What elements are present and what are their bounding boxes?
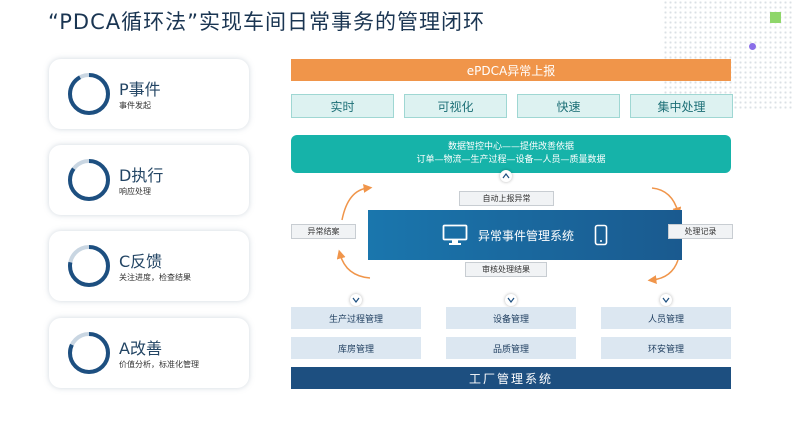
phone-icon — [594, 224, 608, 246]
report-bar: ePDCA异常上报 — [291, 59, 731, 81]
card-subtitle: 关注进度，检查结果 — [119, 273, 191, 282]
module-item: 品质管理 — [446, 337, 576, 359]
review-result-tag: 审核处理结果 — [465, 262, 547, 277]
data-center-subtitle: 订单—物流—生产过程—设备—人员—质量数据 — [416, 155, 606, 165]
data-center-box: 数据智控中心——提供改善依据 订单—物流—生产过程—设备—人员—质量数据 — [291, 135, 731, 173]
card-subtitle: 响应处理 — [119, 187, 151, 196]
chevron-down-icon — [505, 294, 517, 306]
card-act: A改善 价值分析，标准化管理 — [49, 318, 249, 388]
progress-ring-icon — [68, 73, 110, 115]
card-subtitle: 事件发起 — [119, 101, 151, 110]
chevron-down-icon — [350, 294, 362, 306]
process-record-tag: 处理记录 — [668, 224, 733, 239]
arrow-bottom-right — [647, 259, 679, 285]
progress-ring-icon — [68, 332, 110, 374]
card-title: C反馈 — [119, 252, 163, 271]
auto-report-tag: 自动上报异常 — [459, 191, 554, 206]
card-title: D执行 — [119, 166, 164, 185]
feature-tag: 集中处理 — [630, 94, 733, 118]
card-title: P事件 — [119, 80, 161, 99]
factory-system-bar: 工厂管理系统 — [291, 367, 731, 389]
page-title: “PDCA循环法”实现车间日常事务的管理闭环 — [48, 10, 485, 34]
chevron-down-icon — [660, 294, 672, 306]
card-title: A改善 — [119, 339, 162, 358]
purple-dot-decoration — [749, 43, 756, 50]
chevron-up-icon — [500, 170, 512, 182]
arrow-bottom-left — [336, 249, 371, 279]
system-name: 异常事件管理系统 — [477, 228, 574, 243]
arrow-top-right — [651, 187, 682, 217]
feature-tag: 可视化 — [404, 94, 507, 118]
card-subtitle: 价值分析，标准化管理 — [119, 360, 199, 369]
module-item: 环安管理 — [601, 337, 731, 359]
card-plan: P事件 事件发起 — [49, 59, 249, 129]
data-center-title: 数据智控中心——提供改善依据 — [447, 142, 574, 152]
feature-tag: 快速 — [517, 94, 620, 118]
card-check: C反馈 关注进度，检查结果 — [49, 231, 249, 301]
monitor-icon — [442, 224, 468, 245]
module-item: 生产过程管理 — [291, 307, 421, 329]
progress-ring-fill — [68, 73, 110, 115]
case-closed-tag: 异常结案 — [291, 224, 356, 239]
arrow-top-left — [341, 183, 373, 221]
system-box: 异常事件管理系统 — [368, 210, 682, 260]
green-square-decoration — [770, 12, 781, 23]
module-item: 设备管理 — [446, 307, 576, 329]
module-item: 人员管理 — [601, 307, 731, 329]
progress-ring-icon — [68, 159, 110, 201]
progress-ring-icon — [68, 245, 110, 287]
feature-tag: 实时 — [291, 94, 394, 118]
card-do: D执行 响应处理 — [49, 145, 249, 215]
module-item: 库房管理 — [291, 337, 421, 359]
